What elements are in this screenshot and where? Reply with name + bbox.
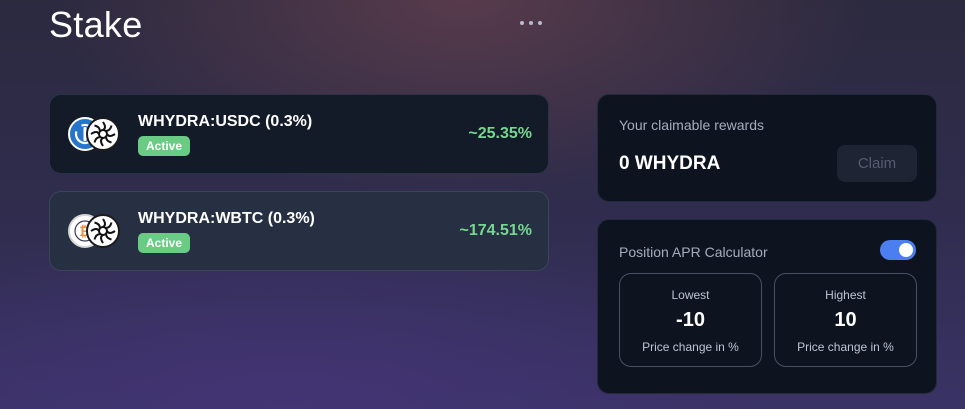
whydra-icon xyxy=(86,214,120,248)
whydra-icon xyxy=(86,117,120,151)
pool-name: WHYDRA:USDC (0.3%) xyxy=(138,112,313,130)
highest-subtitle: Price change in % xyxy=(797,340,894,354)
claim-button[interactable]: Claim xyxy=(837,145,917,182)
calculator-toggle[interactable] xyxy=(880,240,916,260)
status-badge: Active xyxy=(138,232,191,253)
lowest-subtitle: Price change in % xyxy=(642,340,739,354)
highest-title: Highest xyxy=(825,288,866,302)
pool-apr: ~174.51% xyxy=(459,222,532,239)
calculator-label: Position APR Calculator xyxy=(619,244,768,260)
status-badge: Active xyxy=(138,135,191,156)
rewards-label: Your claimable rewards xyxy=(619,117,764,133)
pool-token-icons xyxy=(68,114,128,154)
highest-price-change-box[interactable]: Highest 10 Price change in % xyxy=(774,273,917,367)
rewards-amount: 0 WHYDRA xyxy=(619,153,721,174)
pool-apr: ~25.35% xyxy=(468,125,532,142)
rewards-panel: Your claimable rewards 0 WHYDRA Claim xyxy=(597,94,937,202)
lowest-title: Lowest xyxy=(671,288,710,302)
lowest-value: -10 xyxy=(676,309,705,331)
apr-calculator-panel: Position APR Calculator Lowest -10 Price… xyxy=(597,219,937,394)
more-options-icon[interactable] xyxy=(520,15,542,31)
lowest-price-change-box[interactable]: Lowest -10 Price change in % xyxy=(619,273,762,367)
pool-card-whydra-usdc[interactable]: WHYDRA:USDC (0.3%) Active ~25.35% xyxy=(49,94,549,174)
pool-token-icons: ₿ xyxy=(68,211,128,251)
highest-value: 10 xyxy=(834,309,857,331)
page-title: Stake xyxy=(49,4,143,45)
pool-card-whydra-wbtc[interactable]: ₿ WHYDRA:WBTC (0.3%) Active ~174.51% xyxy=(49,191,549,271)
toggle-knob xyxy=(899,243,913,257)
pool-name: WHYDRA:WBTC (0.3%) xyxy=(138,209,315,227)
